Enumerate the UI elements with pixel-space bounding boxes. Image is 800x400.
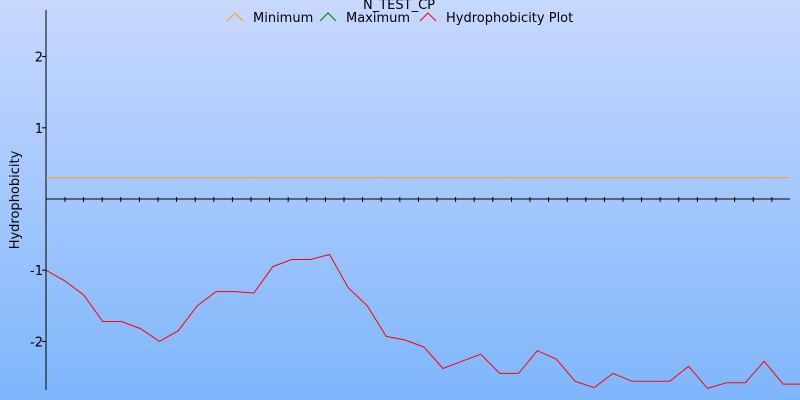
y-axis-label: Hydrophobicity: [8, 150, 23, 249]
legend-label: Minimum: [253, 11, 313, 26]
legend-label: Hydrophobicity Plot: [446, 11, 573, 26]
y-tick-label: 1: [35, 122, 43, 137]
legend-label: Maximum: [346, 11, 410, 26]
hydrophobicity-chart: N_TEST_CP Minimum Maximum Hydrophobicity P…: [0, 0, 800, 400]
chart-legend: Minimum Maximum Hydrophobicity Plot: [226, 11, 573, 26]
chart-canvas: N_TEST_CP Minimum Maximum Hydrophobicity P…: [0, 0, 800, 400]
y-tick-label: 2: [35, 51, 43, 66]
y-tick-label: -1: [30, 264, 43, 279]
y-tick-label: -2: [30, 335, 43, 350]
